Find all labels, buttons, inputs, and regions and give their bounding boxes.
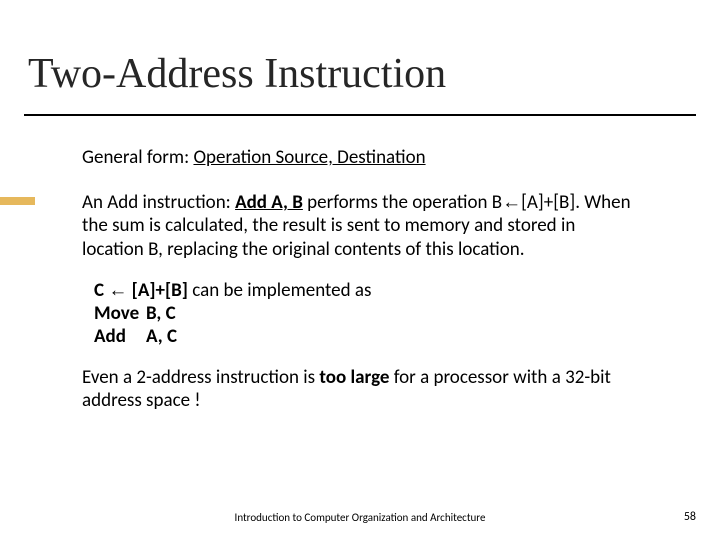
title-rule bbox=[24, 114, 696, 116]
impl-l3-args: A, C bbox=[146, 325, 177, 348]
accent-bar bbox=[0, 197, 35, 205]
left-arrow-icon: ← bbox=[502, 192, 521, 213]
general-form-text: Operation Source, Destination bbox=[193, 146, 425, 169]
impl-l2-args: B, C bbox=[146, 302, 176, 325]
body-content: General form: Operation Source, Destinat… bbox=[82, 146, 640, 413]
note-line: Even a 2-address instruction is too larg… bbox=[82, 366, 640, 412]
impl-rhs: [A]+[B] bbox=[127, 279, 188, 302]
general-form-line: General form: Operation Source, Destinat… bbox=[82, 146, 640, 169]
para-t2: performs the operation B bbox=[303, 191, 502, 214]
note-t1: Even a 2-address instruction is bbox=[82, 366, 319, 389]
left-arrow-icon: ← bbox=[108, 280, 127, 301]
add-paragraph: An Add instruction: Add A, B performs th… bbox=[82, 191, 640, 261]
impl-line2: MoveB, C bbox=[94, 302, 640, 325]
impl-line1: C ← [A]+[B] can be implemented as bbox=[94, 279, 640, 302]
slide-title: Two-Address Instruction bbox=[28, 50, 446, 98]
impl-l3-op: Add bbox=[94, 325, 146, 348]
impl-l2-op: Move bbox=[94, 302, 146, 325]
para-bold1: Add A, B bbox=[235, 191, 303, 214]
impl-tail: can be implemented as bbox=[188, 279, 371, 302]
page-number: 58 bbox=[684, 510, 696, 524]
note-bold: too large bbox=[319, 366, 389, 389]
general-label: General form: bbox=[82, 146, 193, 169]
implementation-block: C ← [A]+[B] can be implemented as MoveB,… bbox=[94, 279, 640, 349]
impl-line3: AddA, C bbox=[94, 325, 640, 348]
impl-lhs: C bbox=[94, 279, 108, 302]
footer-center: Introduction to Computer Organization an… bbox=[0, 511, 720, 524]
para-t1: An Add instruction: bbox=[82, 191, 235, 214]
